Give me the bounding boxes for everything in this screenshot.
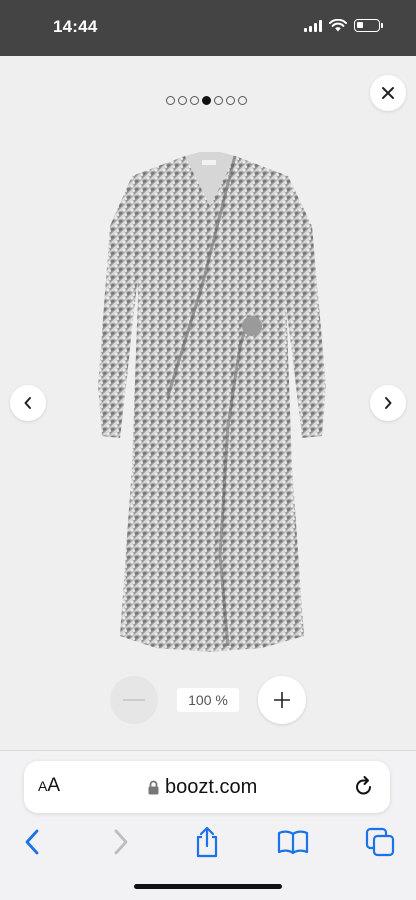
bookmarks-icon: [277, 830, 309, 855]
url-text: boozt.com: [165, 776, 258, 798]
chevron-right-icon: [385, 397, 392, 409]
status-time: 14:44: [53, 17, 98, 36]
status-bar: 14:44: [0, 0, 416, 56]
chevron-left-icon: [24, 397, 31, 409]
minus-icon: [123, 699, 145, 701]
zoom-in-button[interactable]: [258, 676, 306, 724]
plus-icon: [274, 692, 290, 708]
close-button[interactable]: [370, 75, 406, 111]
image-viewer: 100 %: [0, 56, 416, 750]
pagination-dot[interactable]: [178, 96, 187, 105]
pagination-dot[interactable]: [226, 96, 235, 105]
share-icon: [196, 826, 218, 858]
back-icon: [25, 829, 39, 855]
forward-icon: [114, 829, 128, 855]
bookmarks-button[interactable]: [276, 825, 310, 859]
home-indicator: [134, 884, 282, 889]
browser-chrome: AA boozt.com: [0, 750, 416, 900]
zoom-out-button[interactable]: [110, 676, 158, 724]
address-bar[interactable]: AA boozt.com: [24, 761, 390, 813]
status-icons: [304, 19, 383, 32]
pagination-dot[interactable]: [166, 96, 175, 105]
wifi-icon: [329, 19, 347, 32]
signal-icon: [304, 19, 322, 32]
pagination-dot[interactable]: [214, 96, 223, 105]
tabs-icon: [365, 827, 395, 857]
next-image-button[interactable]: [370, 385, 406, 421]
text-size-small-a: A: [38, 778, 48, 794]
pagination-dot[interactable]: [190, 96, 199, 105]
zoom-level: 100 %: [177, 688, 239, 712]
battery-icon: [354, 19, 383, 32]
previous-image-button[interactable]: [10, 385, 46, 421]
pagination-dots[interactable]: [166, 96, 247, 105]
close-icon: [382, 87, 394, 99]
back-button[interactable]: [15, 825, 49, 859]
tabs-button[interactable]: [363, 825, 397, 859]
pagination-dot[interactable]: [238, 96, 247, 105]
zoom-controls: 100 %: [0, 676, 416, 726]
pagination-dot[interactable]: [202, 96, 211, 105]
url-display[interactable]: boozt.com: [148, 776, 257, 799]
forward-button[interactable]: [104, 825, 138, 859]
reload-icon[interactable]: [352, 774, 376, 798]
share-button[interactable]: [190, 825, 224, 859]
text-size-large-a: A: [47, 775, 61, 796]
lock-icon: [148, 780, 159, 795]
product-image[interactable]: [90, 136, 330, 706]
text-size-button[interactable]: AA: [38, 775, 60, 797]
